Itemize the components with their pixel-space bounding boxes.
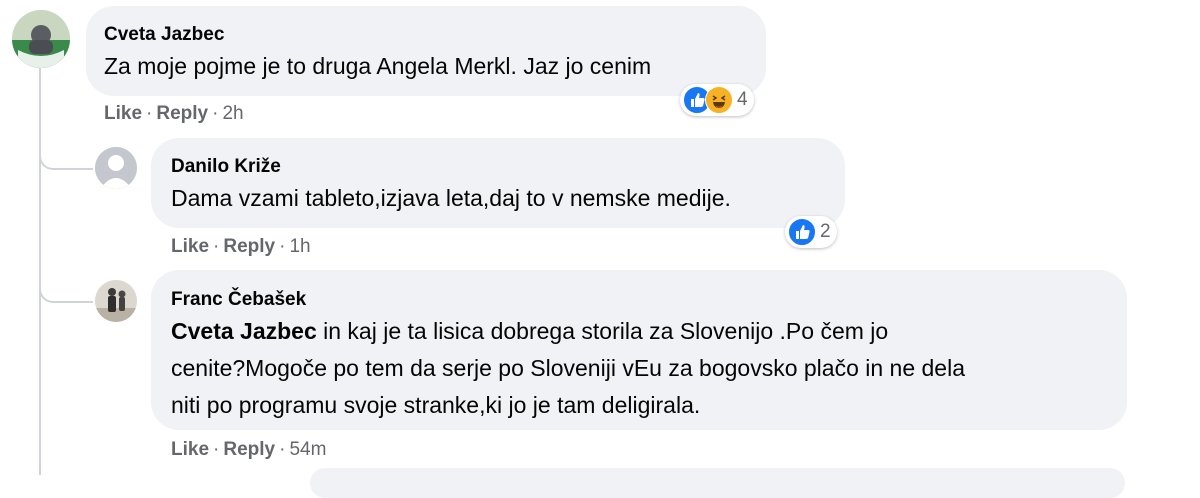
mention-link[interactable]: Cveta Jazbec [171,318,317,344]
comment-actions: Like · Reply · 2h [104,103,244,125]
like-icon [788,218,816,246]
comment-bubble-partial [310,468,1125,498]
reply-button[interactable]: Reply [223,439,275,460]
thread-elbow [39,255,93,303]
comment-text-line: niti po programu svoje stranke,ki jo je … [171,392,701,418]
separator: · [213,236,220,257]
comment-author[interactable]: Cveta Jazbec [104,24,224,46]
separator: · [279,236,286,257]
timestamp[interactable]: 54m [289,439,326,460]
reaction-summary[interactable]: 2 [785,216,837,248]
comment-actions: Like · Reply · 1h [171,236,311,258]
separator: · [146,103,153,124]
comment-text: Dama vzami tableto,izjava leta,daj to v … [171,185,731,211]
separator: · [212,103,219,124]
reaction-summary[interactable]: 4 [680,84,754,116]
haha-icon [705,86,733,114]
comment-author[interactable]: Danilo Križe [171,156,281,178]
reply-button[interactable]: Reply [223,236,275,257]
comment-text-line: in kaj je ta lisica dobrega storila za S… [316,318,889,344]
separator: · [213,439,220,460]
comment-text: Za moje pojme je to druga Angela Merkl. … [104,53,652,79]
like-button[interactable]: Like [171,236,209,257]
reaction-count: 4 [737,89,748,110]
like-button[interactable]: Like [104,103,142,124]
separator: · [279,439,286,460]
timestamp[interactable]: 2h [222,103,243,124]
avatar[interactable] [95,147,137,189]
reaction-count: 2 [820,221,831,242]
avatar[interactable] [12,10,70,68]
reply-button[interactable]: Reply [156,103,208,124]
comment-text-line: cenite?Mogoče po tem da serje po Sloveni… [171,355,965,381]
comment-author[interactable]: Franc Čebašek [171,289,306,311]
timestamp[interactable]: 1h [289,236,310,257]
avatar[interactable] [95,280,137,322]
thread-elbow [39,120,93,170]
like-button[interactable]: Like [171,439,209,460]
comment-text: Cveta Jazbec in kaj je ta lisica dobrega… [171,313,1116,424]
comment-actions: Like · Reply · 54m [171,439,326,461]
